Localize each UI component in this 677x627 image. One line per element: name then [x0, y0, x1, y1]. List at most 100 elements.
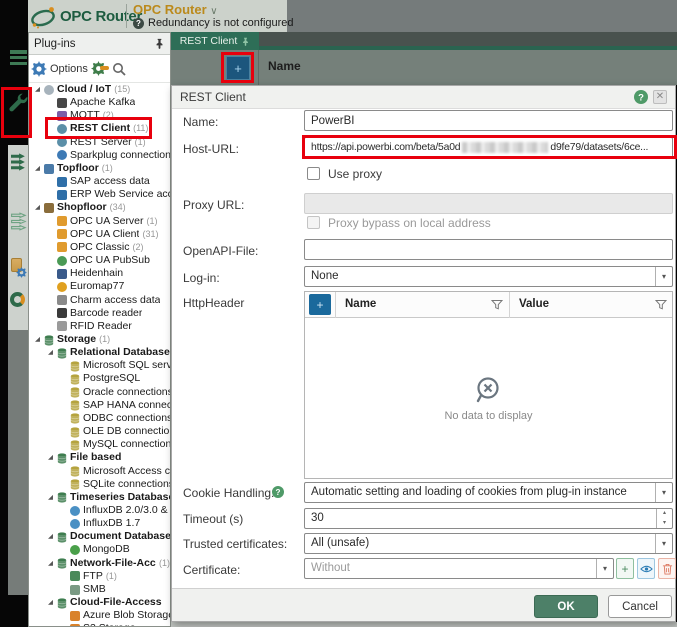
chevron-down-icon[interactable]: ▾ — [655, 267, 672, 286]
spinner-control[interactable]: ▴ ▾ — [656, 509, 672, 528]
pin-icon[interactable] — [241, 37, 250, 46]
tab-rest-client[interactable]: REST Client — [171, 32, 259, 50]
tree-item[interactable]: ODBC connections — [29, 412, 170, 425]
tree-item[interactable]: InfluxDB 1.7 — [29, 517, 170, 530]
tree-item[interactable]: OPC Classic (2) — [29, 241, 170, 254]
add-connection-button[interactable]: + — [226, 56, 250, 80]
chevron-down-icon[interactable]: ▾ — [655, 534, 672, 553]
tree-item[interactable]: ◢ File based — [29, 451, 170, 464]
tree-item[interactable]: OPC UA PubSub — [29, 254, 170, 267]
tree-item[interactable]: InfluxDB 2.0/3.0 & C — [29, 504, 170, 517]
tree-item[interactable]: ◢ Cloud / IoT (15) — [29, 83, 170, 96]
tree-expander-icon[interactable]: ◢ — [35, 83, 44, 96]
login-dropdown[interactable]: None ▾ — [304, 266, 673, 287]
tree-item[interactable]: S3 Storage — [29, 622, 170, 626]
tree-item[interactable]: SQLite connections — [29, 478, 170, 491]
tree-item[interactable]: FTP (1) — [29, 570, 170, 583]
tree-item[interactable]: ◢ Shopfloor (34) — [29, 201, 170, 214]
tree-item[interactable]: MySQL connections — [29, 438, 170, 451]
certificate-add-button[interactable]: + — [616, 558, 634, 579]
tree-item[interactable]: Oracle connections — [29, 386, 170, 399]
tree-item[interactable]: ◢ Storage (1) — [29, 333, 170, 346]
trusted-certs-dropdown[interactable]: All (unsafe) ▾ — [304, 533, 673, 554]
cookie-handling-dropdown[interactable]: Automatic setting and loading of cookies… — [304, 482, 673, 503]
tree-item[interactable]: REST Server (1) — [29, 136, 170, 149]
tree-item[interactable]: Apache Kafka — [29, 96, 170, 109]
options-label[interactable]: Options — [50, 63, 88, 75]
tree-item[interactable]: OPC UA Server (1) — [29, 215, 170, 228]
cookie-help-icon[interactable] — [272, 486, 284, 498]
tree-item[interactable]: ◢ Timeseries Databases — [29, 491, 170, 504]
router-logo-icon[interactable] — [10, 292, 25, 307]
tree-item[interactable]: ◢ Document Databases — [29, 530, 170, 543]
httpheader-label: HttpHeader — [183, 296, 245, 310]
tree-item-label: ERP Web Service acces — [70, 188, 170, 201]
tree-item[interactable]: SMB — [29, 583, 170, 596]
certificate-delete-button[interactable] — [658, 558, 676, 579]
header-col-value[interactable]: Value — [519, 298, 549, 310]
search-icon[interactable] — [112, 62, 126, 76]
tree-expander-icon[interactable]: ◢ — [35, 333, 44, 346]
filter-icon[interactable] — [655, 299, 667, 311]
column-header-name[interactable]: Name — [268, 59, 301, 73]
tree-item[interactable]: Azure Blob Storage — [29, 609, 170, 622]
openapi-input[interactable] — [304, 239, 673, 260]
add-header-button[interactable]: + — [309, 294, 331, 315]
tree-item[interactable]: Sparkplug connections — [29, 149, 170, 162]
transfer-objects-icon[interactable] — [9, 212, 28, 231]
tree-item[interactable]: Microsoft Access con — [29, 465, 170, 478]
tree-expander-icon[interactable]: ◢ — [35, 162, 44, 175]
ok-button[interactable]: OK — [534, 595, 598, 618]
tree-item[interactable]: SAP access data — [29, 175, 170, 188]
pin-icon[interactable] — [154, 38, 165, 49]
host-url-input[interactable]: https://api.powerbi.com/beta/5a0d d9fe79… — [304, 137, 673, 158]
options-gear-icon[interactable] — [31, 61, 47, 77]
certificate-dropdown[interactable]: Without ▾ — [304, 558, 614, 579]
plugins-options-row: Options — [29, 55, 170, 83]
tree-item[interactable]: PostgreSQL — [29, 372, 170, 385]
tree-item[interactable]: ◢ Topfloor (1) — [29, 162, 170, 175]
close-icon[interactable]: ✕ — [653, 90, 667, 104]
tree-item[interactable]: OLE DB connections — [29, 425, 170, 438]
tree-item-label: PostgreSQL — [83, 372, 141, 385]
chevron-down-icon[interactable]: ▾ — [596, 559, 613, 578]
certificate-view-button[interactable] — [637, 558, 655, 579]
connections-icon[interactable] — [9, 153, 28, 171]
dialog-help-icon[interactable] — [634, 90, 648, 104]
filter-icon[interactable] — [491, 299, 503, 311]
tree-item[interactable]: MongoDB — [29, 543, 170, 556]
store-forward-icon[interactable] — [10, 258, 27, 278]
tree-item[interactable]: RFID Reader — [29, 320, 170, 333]
plugins-wrench-icon[interactable] — [9, 93, 28, 112]
tree-expander-icon[interactable]: ◢ — [48, 530, 57, 543]
tree-item[interactable]: ◢ Network-File-Access(1) — [29, 557, 170, 570]
help-icon[interactable]: ? — [133, 17, 144, 29]
tree-item[interactable]: ◢ Cloud-File-Access — [29, 596, 170, 609]
use-proxy-checkbox[interactable] — [307, 167, 320, 180]
timeout-input[interactable]: 30 ▴ ▾ — [304, 508, 673, 529]
tree-item[interactable]: SAP HANA connectio — [29, 399, 170, 412]
tree-item[interactable]: Heidenhain — [29, 267, 170, 280]
name-input[interactable] — [304, 110, 673, 131]
tree-item[interactable]: Euromap77 — [29, 280, 170, 293]
tree-item[interactable]: MQTT (2) — [29, 109, 170, 122]
tree-expander-icon[interactable]: ◢ — [48, 557, 57, 570]
tree-item[interactable]: Microsoft SQL server — [29, 359, 170, 372]
cancel-button[interactable]: Cancel — [608, 595, 672, 618]
menu-icon[interactable] — [9, 48, 28, 67]
header-col-name[interactable]: Name — [345, 298, 376, 310]
tree-expander-icon[interactable]: ◢ — [48, 346, 57, 359]
tree-expander-icon[interactable]: ◢ — [48, 491, 57, 504]
tree-item[interactable]: ◢ Relational Databases — [29, 346, 170, 359]
chevron-down-icon[interactable]: ▾ — [655, 483, 672, 502]
tree-expander-icon[interactable]: ◢ — [35, 201, 44, 214]
window-title[interactable]: OPC Router ∨ — [133, 2, 218, 17]
tree-expander-icon[interactable]: ◢ — [48, 451, 57, 464]
license-gear-icon[interactable] — [91, 61, 109, 77]
tree-item[interactable]: OPC UA Client (31) — [29, 228, 170, 241]
tree-item[interactable]: ERP Web Service acces — [29, 188, 170, 201]
tree-item[interactable]: Barcode reader — [29, 307, 170, 320]
tree-item[interactable]: Charm access data — [29, 294, 170, 307]
tree-expander-icon[interactable]: ◢ — [48, 596, 57, 609]
tree-item[interactable]: REST Client (11) — [29, 122, 170, 135]
